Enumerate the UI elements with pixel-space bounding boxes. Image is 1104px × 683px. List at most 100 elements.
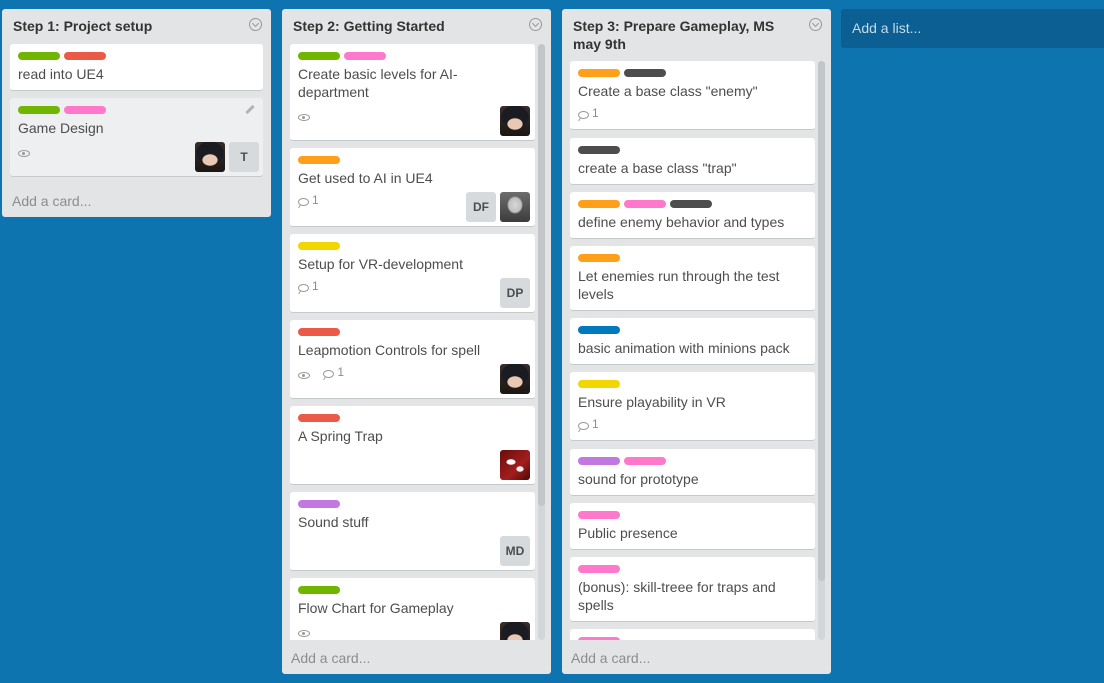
card[interactable]: Get used to AI in UE4 1 DF [290,148,535,227]
add-card-link[interactable]: Add a card... [12,193,91,209]
card-labels [578,511,624,519]
avatar-initials-md[interactable]: MD [500,536,530,566]
card-badges [18,143,40,157]
list-title[interactable]: Step 1: Project setup [2,9,271,35]
card[interactable]: define enemy behavior and types [570,192,815,239]
label-pink [578,637,620,640]
list-menu-icon[interactable] [249,18,262,31]
list-title[interactable]: Step 3: Prepare Gameplay, MS may 9th [562,9,831,53]
card-badges [298,623,320,637]
add-list-button[interactable]: Add a list... [841,9,1104,48]
label-orange [578,200,620,208]
card[interactable]: read into UE4 [10,44,263,91]
card-list: Create basic levels for AI-department Ge… [290,44,535,640]
label-pink [578,565,620,573]
label-purple [298,500,340,508]
card[interactable]: Create a base class "enemy" 1 [570,61,815,130]
badge-comments: 1 [578,106,599,120]
card-title: sound for prototype [578,471,699,487]
card[interactable]: sound for prototype [570,449,815,496]
avatar[interactable] [500,622,530,640]
add-card-link[interactable]: Add a card... [291,650,370,666]
list-menu-icon[interactable] [529,18,542,31]
list-step-1: Step 1: Project setup read into UE4 Game… [2,9,271,217]
card[interactable] [570,629,815,640]
comment-icon [298,284,309,292]
card[interactable]: Let enemies run through the test levels [570,246,815,311]
card-badges: 1 [298,193,329,207]
scrollbar-thumb[interactable] [818,61,825,581]
card[interactable]: Game Design T [10,98,263,177]
card[interactable]: basic animation with minions pack [570,318,815,365]
card-labels [578,457,670,465]
card-badges: 1 [578,106,609,120]
label-red [64,52,106,60]
label-orange [298,156,340,164]
card[interactable]: Public presence [570,503,815,550]
card-labels [298,156,344,164]
avatar-initials-df[interactable]: DF [466,192,496,222]
card-title: Sound stuff [298,514,369,530]
card[interactable]: (bonus): skill-treee for traps and spell… [570,557,815,622]
label-black [670,200,712,208]
badge-comments: 1 [298,279,319,293]
comment-count: 1 [592,417,599,431]
avatar-initials-dp[interactable]: DP [500,278,530,308]
card-title: Ensure playability in VR [578,394,726,410]
avatar[interactable] [500,364,530,394]
comment-count: 1 [592,106,599,120]
add-card-link[interactable]: Add a card... [571,650,650,666]
avatar[interactable] [500,106,530,136]
badge-comments: 1 [323,365,344,379]
card-labels [298,414,344,422]
list-step-3: Step 3: Prepare Gameplay, MS may 9th Cre… [562,9,831,674]
avatar[interactable] [500,450,530,480]
card[interactable]: Sound stuff MD [290,492,535,571]
card-badges: 1 [578,417,609,431]
card-title: Create basic levels for AI-department [298,66,458,100]
pencil-icon[interactable] [245,104,255,115]
card-title: Create a base class "enemy" [578,83,758,99]
list-title[interactable]: Step 2: Getting Started [282,9,551,35]
label-orange [578,254,620,262]
card[interactable]: Flow Chart for Gameplay [290,578,535,640]
label-black [624,69,666,77]
card-labels [578,254,624,262]
eye-icon [298,114,310,121]
label-yellow [298,242,340,250]
scrollbar[interactable] [818,61,825,640]
card-labels [18,52,110,60]
avatar[interactable] [500,192,530,222]
card[interactable]: Create basic levels for AI-department [290,44,535,141]
list-title-text: Step 3: Prepare Gameplay, MS may 9th [573,18,775,52]
card[interactable]: Setup for VR-development 1 DP [290,234,535,313]
label-green [18,106,60,114]
card-badges: 1 [298,365,354,379]
card-badges [298,107,320,121]
avatar-initials-t[interactable]: T [229,142,259,172]
board: Step 1: Project setup read into UE4 Game… [0,0,1104,683]
label-pink [624,457,666,465]
scrollbar-thumb[interactable] [538,44,545,506]
label-blue [578,326,620,334]
label-red [298,414,340,422]
avatar[interactable] [195,142,225,172]
label-green [298,586,340,594]
card-title: (bonus): skill-treee for traps and spell… [578,579,776,613]
label-red [298,328,340,336]
card-title: A Spring Trap [298,428,383,444]
badge-watch [298,107,310,121]
badge-watch [298,365,310,379]
list-menu-icon[interactable] [809,18,822,31]
card-labels [578,69,670,77]
card[interactable]: A Spring Trap [290,406,535,485]
card-list: read into UE4 Game Design T [10,44,263,178]
card-title: Flow Chart for Gameplay [298,600,454,616]
card[interactable]: Leapmotion Controls for spell 1 [290,320,535,399]
label-pink [624,200,666,208]
scrollbar[interactable] [538,44,545,640]
card[interactable]: Ensure playability in VR 1 [570,372,815,441]
list-title-text: Step 2: Getting Started [293,18,445,34]
card[interactable]: create a base class "trap" [570,138,815,185]
card-labels [298,328,344,336]
